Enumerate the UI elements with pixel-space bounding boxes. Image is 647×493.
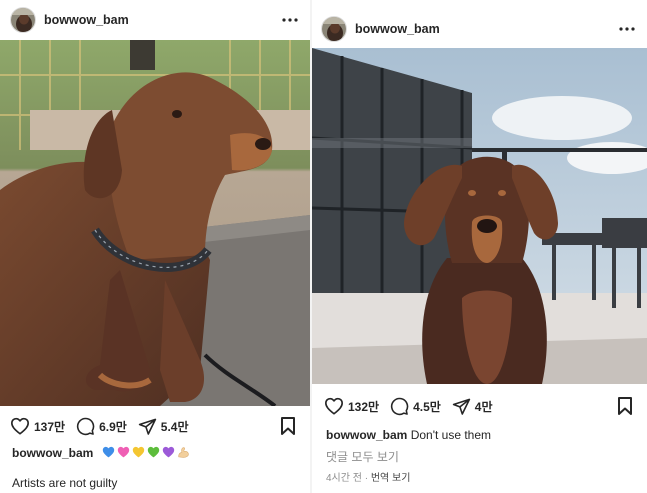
comments-count: 6.9만 [99, 419, 127, 434]
post-photo[interactable] [312, 48, 647, 384]
likes-count: 132만 [348, 399, 380, 414]
shares-count: 5.4만 [160, 419, 189, 434]
bookmark-button[interactable] [617, 396, 633, 421]
likes-count: 137만 [34, 419, 66, 434]
post-header: bowwow_bam [0, 0, 310, 40]
post-meta: 4시간 전 · 번역 보기 [326, 469, 637, 484]
caption-username[interactable]: bowwow_bam [326, 428, 407, 442]
comment-button[interactable]: 4.5만 [390, 397, 441, 416]
caption-username[interactable]: bowwow_bam [12, 446, 93, 460]
send-icon [452, 398, 471, 415]
heart-icon [11, 417, 29, 435]
avatar[interactable] [10, 7, 36, 33]
blue-heart-icon [102, 446, 115, 461]
action-bar: 132만 4.5만 4만 [312, 394, 647, 418]
bookmark-button[interactable] [280, 416, 296, 441]
avatar[interactable] [321, 16, 347, 42]
yellow-heart-icon [132, 446, 145, 461]
like-button[interactable]: 132만 [324, 397, 379, 415]
caption-text: Don't use them [410, 428, 492, 442]
comment-button[interactable]: 6.9만 [76, 417, 127, 436]
post-username[interactable]: bowwow_bam [44, 13, 129, 27]
comment-icon [390, 397, 409, 415]
view-all-comments-link[interactable]: 댓글 모두 보기 [326, 448, 637, 465]
comment-icon [76, 417, 95, 435]
meta-separator: · [364, 473, 369, 484]
caption: bowwow_bam Don't use them [326, 428, 637, 442]
comments-count: 4.5만 [413, 399, 441, 414]
left-post: bowwow_bam 137만 6.9만 5.4만 bowwow_bam Art… [0, 0, 310, 493]
emoji-row [102, 446, 192, 461]
action-bar: 137만 6.9만 5.4만 [0, 414, 310, 438]
caption-text: Artists are not guilty [12, 476, 118, 490]
green-heart-icon [147, 446, 160, 461]
more-options-icon[interactable] [617, 22, 637, 36]
post-username[interactable]: bowwow_bam [355, 22, 440, 36]
bookmark-icon [618, 397, 632, 415]
share-button[interactable]: 5.4만 [138, 417, 189, 436]
translate-link[interactable]: 번역 보기 [371, 473, 411, 484]
right-post: bowwow_bam 132만 4.5만 4만 bowwow_bam Don't… [312, 0, 647, 493]
send-icon [138, 418, 157, 435]
purple-heart-icon [162, 446, 175, 461]
flexed-biceps-icon [177, 446, 190, 461]
like-button[interactable]: 137만 [10, 417, 65, 435]
post-time: 4시간 전 [326, 473, 362, 484]
post-photo[interactable] [0, 40, 310, 406]
bookmark-icon [281, 417, 295, 435]
caption: bowwow_bam [12, 446, 300, 461]
more-options-icon[interactable] [280, 13, 300, 27]
post-header: bowwow_bam [312, 9, 647, 49]
shares-count: 4만 [474, 399, 493, 414]
heart-icon [325, 397, 343, 415]
share-button[interactable]: 4만 [452, 397, 493, 416]
pink-heart-icon [117, 446, 130, 461]
